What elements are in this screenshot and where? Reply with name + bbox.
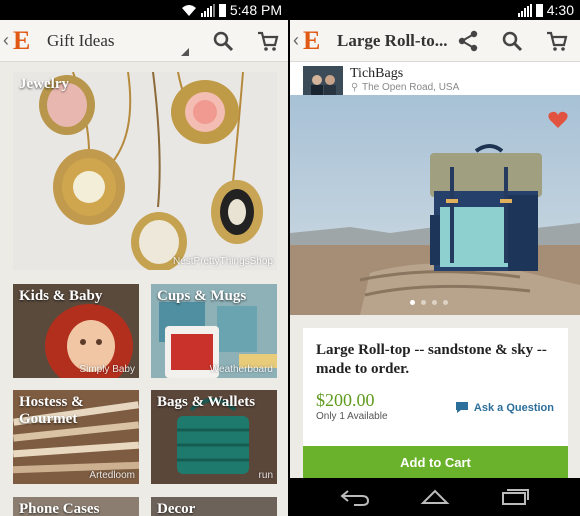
backpack-photo xyxy=(290,95,580,315)
category-tile-kids-baby[interactable]: Kids & Baby Simply Baby xyxy=(13,284,139,378)
signal-icon xyxy=(517,3,532,17)
shop-name[interactable]: TichBags xyxy=(350,66,403,82)
category-label: Jewelry xyxy=(19,76,69,92)
cart-icon[interactable] xyxy=(546,30,568,52)
ask-question-label: Ask a Question xyxy=(473,401,554,414)
chat-bubble-icon xyxy=(455,402,468,413)
search-icon[interactable] xyxy=(212,30,234,52)
nav-home-icon[interactable] xyxy=(420,487,450,505)
photo-credit: run xyxy=(258,470,273,481)
category-tile-phone-cases[interactable]: Phone Cases xyxy=(13,497,139,516)
battery-icon xyxy=(218,3,226,17)
carousel-dot[interactable] xyxy=(410,300,415,305)
carousel-dot[interactable] xyxy=(421,300,426,305)
category-label: Kids & Baby xyxy=(19,288,103,304)
etsy-logo[interactable]: E xyxy=(13,26,35,56)
category-tile-bags-wallets[interactable]: Bags & Wallets run xyxy=(151,390,277,484)
status-bar: 4:30 xyxy=(290,0,580,20)
etsy-logo[interactable]: E xyxy=(303,26,325,56)
status-time: 4:30 xyxy=(546,2,574,18)
status-time: 5:48 PM xyxy=(229,2,282,18)
listing-screen: 4:30 ‹ E Large Roll-to... TichBags ⚲ The… xyxy=(290,0,580,516)
carousel-dot[interactable] xyxy=(443,300,448,305)
nav-back-icon[interactable] xyxy=(340,488,370,506)
back-chevron-icon[interactable]: ‹ xyxy=(293,30,303,51)
action-bar: ‹ E Gift Ideas xyxy=(0,20,288,62)
category-tile-hostess-gourmet[interactable]: Hostess & Gourmet Artedloom xyxy=(13,390,139,484)
jewelry-photo xyxy=(39,72,263,270)
location-pin-icon: ⚲ xyxy=(351,82,359,93)
listing-price: $200.00 xyxy=(316,390,375,410)
listing-title: Large Roll-top -- sandstone & sky -- mad… xyxy=(316,342,547,377)
category-label: Bags & Wallets xyxy=(157,394,256,410)
wifi-icon xyxy=(181,4,196,16)
carousel-indicator xyxy=(410,300,448,305)
add-to-cart-button[interactable]: Add to Cart xyxy=(303,446,568,478)
category-tile-decor[interactable]: Decor xyxy=(151,497,277,516)
photo-credit: Artedloom xyxy=(89,470,135,481)
category-tile-jewelry[interactable]: Jewelry NestPrettyThingsShop xyxy=(13,72,277,270)
listing-details-card: Large Roll-top -- sandstone & sky -- mad… xyxy=(303,328,568,448)
battery-icon xyxy=(535,3,543,17)
category-label: Cups & Mugs xyxy=(157,288,247,304)
photo-credit: Simply Baby xyxy=(79,364,135,375)
action-bar: ‹ E Large Roll-to... xyxy=(290,20,580,62)
photo-credit: Weatherboard xyxy=(209,364,273,375)
dropdown-indicator-icon[interactable] xyxy=(181,48,189,56)
nav-recents-icon[interactable] xyxy=(500,488,530,506)
category-label: Decor xyxy=(157,501,196,516)
photo-credit: NestPrettyThingsShop xyxy=(172,256,273,267)
listing-image-carousel[interactable] xyxy=(290,95,580,315)
ask-question-link[interactable]: Ask a Question xyxy=(455,401,554,414)
page-title[interactable]: Gift Ideas xyxy=(47,31,115,51)
back-chevron-icon[interactable]: ‹ xyxy=(3,30,13,51)
page-title: Large Roll-to... xyxy=(337,30,448,50)
status-bar: 5:48 PM xyxy=(0,0,288,20)
gift-ideas-screen: 5:48 PM ‹ E Gift Ideas Jewelry NestPrett… xyxy=(0,0,288,516)
availability-text: Only 1 Available xyxy=(316,411,388,422)
category-label: Phone Cases xyxy=(19,501,100,516)
search-icon[interactable] xyxy=(501,30,523,52)
category-label: Hostess & Gourmet xyxy=(19,394,84,427)
shop-location: The Open Road, USA xyxy=(362,82,460,93)
system-navigation-bar xyxy=(290,478,580,516)
share-icon[interactable] xyxy=(457,30,479,52)
category-tile-cups-mugs[interactable]: Cups & Mugs Weatherboard xyxy=(151,284,277,378)
carousel-dot[interactable] xyxy=(432,300,437,305)
favorite-heart-icon[interactable] xyxy=(548,111,568,129)
signal-icon xyxy=(200,3,215,17)
cart-icon[interactable] xyxy=(257,30,279,52)
